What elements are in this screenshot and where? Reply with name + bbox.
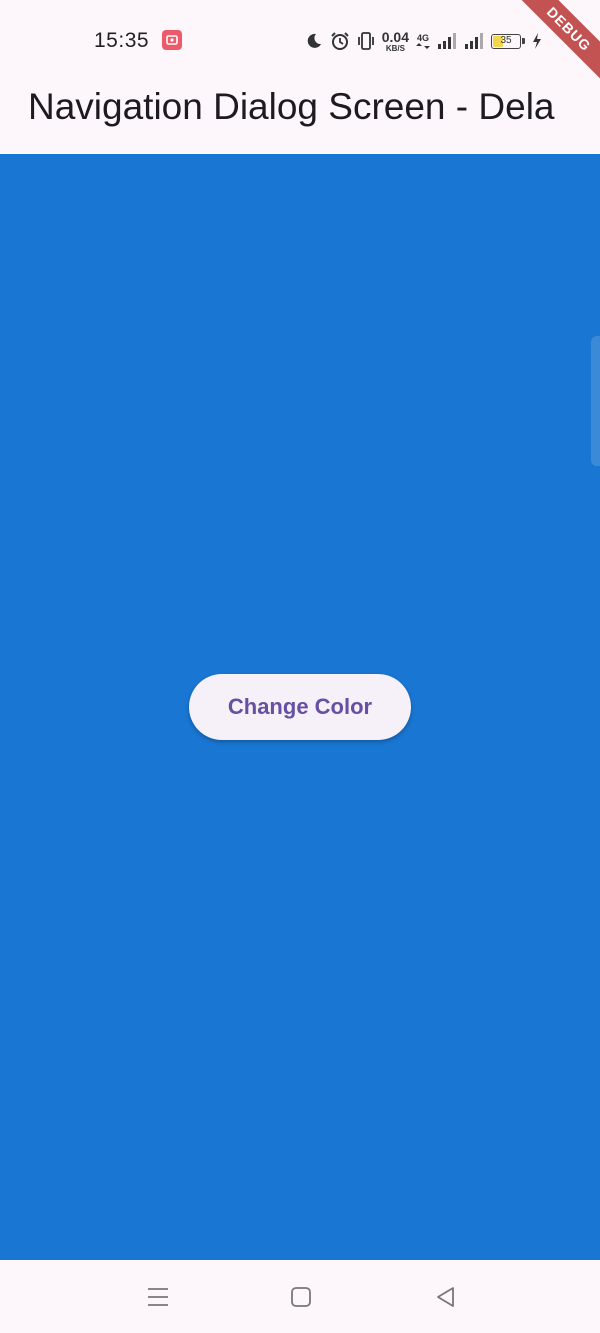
battery-level: 35: [500, 34, 512, 46]
navigation-bar: [0, 1260, 600, 1333]
net-speed: 0.04 KB/S: [382, 30, 409, 53]
edge-handle: [591, 336, 600, 466]
net-speed-unit: KB/S: [385, 43, 405, 53]
moon-icon: [305, 32, 323, 50]
page-title: Navigation Dialog Screen - Dela: [28, 86, 555, 127]
screen-record-icon: [162, 30, 182, 50]
back-icon[interactable]: [430, 1282, 460, 1312]
battery-icon: 35: [491, 33, 521, 49]
vibrate-icon: [357, 31, 375, 51]
change-color-button[interactable]: Change Color: [189, 674, 411, 740]
menu-icon[interactable]: [143, 1282, 173, 1312]
app-bar: Navigation Dialog Screen - Dela: [0, 80, 600, 154]
home-icon[interactable]: [286, 1282, 316, 1312]
color-area: Change Color: [0, 154, 600, 1260]
screen: 15:35 0.04 KB/S 4G 35 DEBUG Navigation D…: [0, 0, 600, 1333]
data-arrows-icon: 4G: [416, 32, 430, 49]
status-time: 15:35: [94, 29, 150, 52]
charging-icon: [532, 33, 542, 49]
net-speed-value: 0.04: [381, 28, 409, 45]
alarm-icon: [330, 31, 350, 51]
status-bar: 15:35 0.04 KB/S 4G 35: [0, 0, 600, 80]
signal-icon: [464, 32, 484, 50]
status-icons: 0.04 KB/S 4G 35: [305, 28, 542, 54]
network-type: 4G: [416, 32, 429, 43]
signal-icon: [437, 32, 457, 50]
battery-tip: [522, 38, 525, 44]
